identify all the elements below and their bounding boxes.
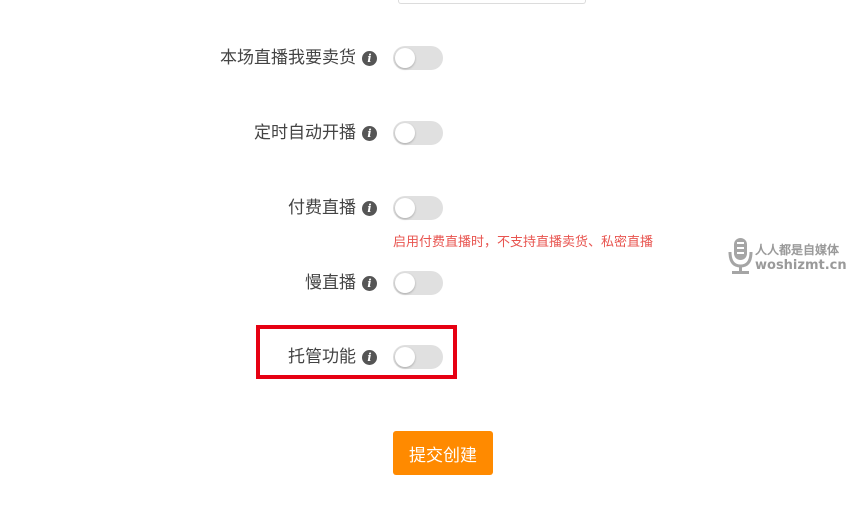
setting-row-sell-goods: 本场直播我要卖货 i: [0, 43, 852, 73]
watermark-line1: 人人都是自媒体: [755, 243, 840, 257]
toggle-knob: [395, 198, 415, 218]
info-icon[interactable]: i: [362, 126, 377, 141]
watermark: 人人都是自媒体 woshizmt.cn: [728, 236, 852, 276]
toggle-knob: [395, 273, 415, 293]
setting-row-slow-live: 慢直播 i: [0, 268, 852, 298]
paid-live-hint: 启用付费直播时，不支持直播卖货、私密直播: [393, 235, 654, 250]
submit-create-button[interactable]: 提交创建: [393, 431, 493, 475]
info-icon[interactable]: i: [362, 276, 377, 291]
sell-goods-toggle[interactable]: [393, 46, 443, 70]
setting-row-paid-live: 付费直播 i: [0, 193, 852, 223]
info-icon[interactable]: i: [362, 201, 377, 216]
setting-label: 慢直播: [305, 273, 356, 293]
scheduled-start-toggle[interactable]: [393, 121, 443, 145]
toggle-knob: [395, 123, 415, 143]
watermark-line2: woshizmt.cn: [755, 258, 847, 273]
setting-label: 付费直播: [288, 198, 356, 218]
setting-label: 本场直播我要卖货: [220, 48, 356, 68]
previous-field-input[interactable]: [398, 0, 586, 4]
setting-label: 定时自动开播: [254, 123, 356, 143]
paid-live-toggle[interactable]: [393, 196, 443, 220]
setting-row-scheduled-start: 定时自动开播 i: [0, 118, 852, 148]
slow-live-toggle[interactable]: [393, 271, 443, 295]
highlight-box: [256, 325, 457, 379]
info-icon[interactable]: i: [362, 51, 377, 66]
toggle-knob: [395, 48, 415, 68]
microphone-icon: [728, 238, 753, 274]
